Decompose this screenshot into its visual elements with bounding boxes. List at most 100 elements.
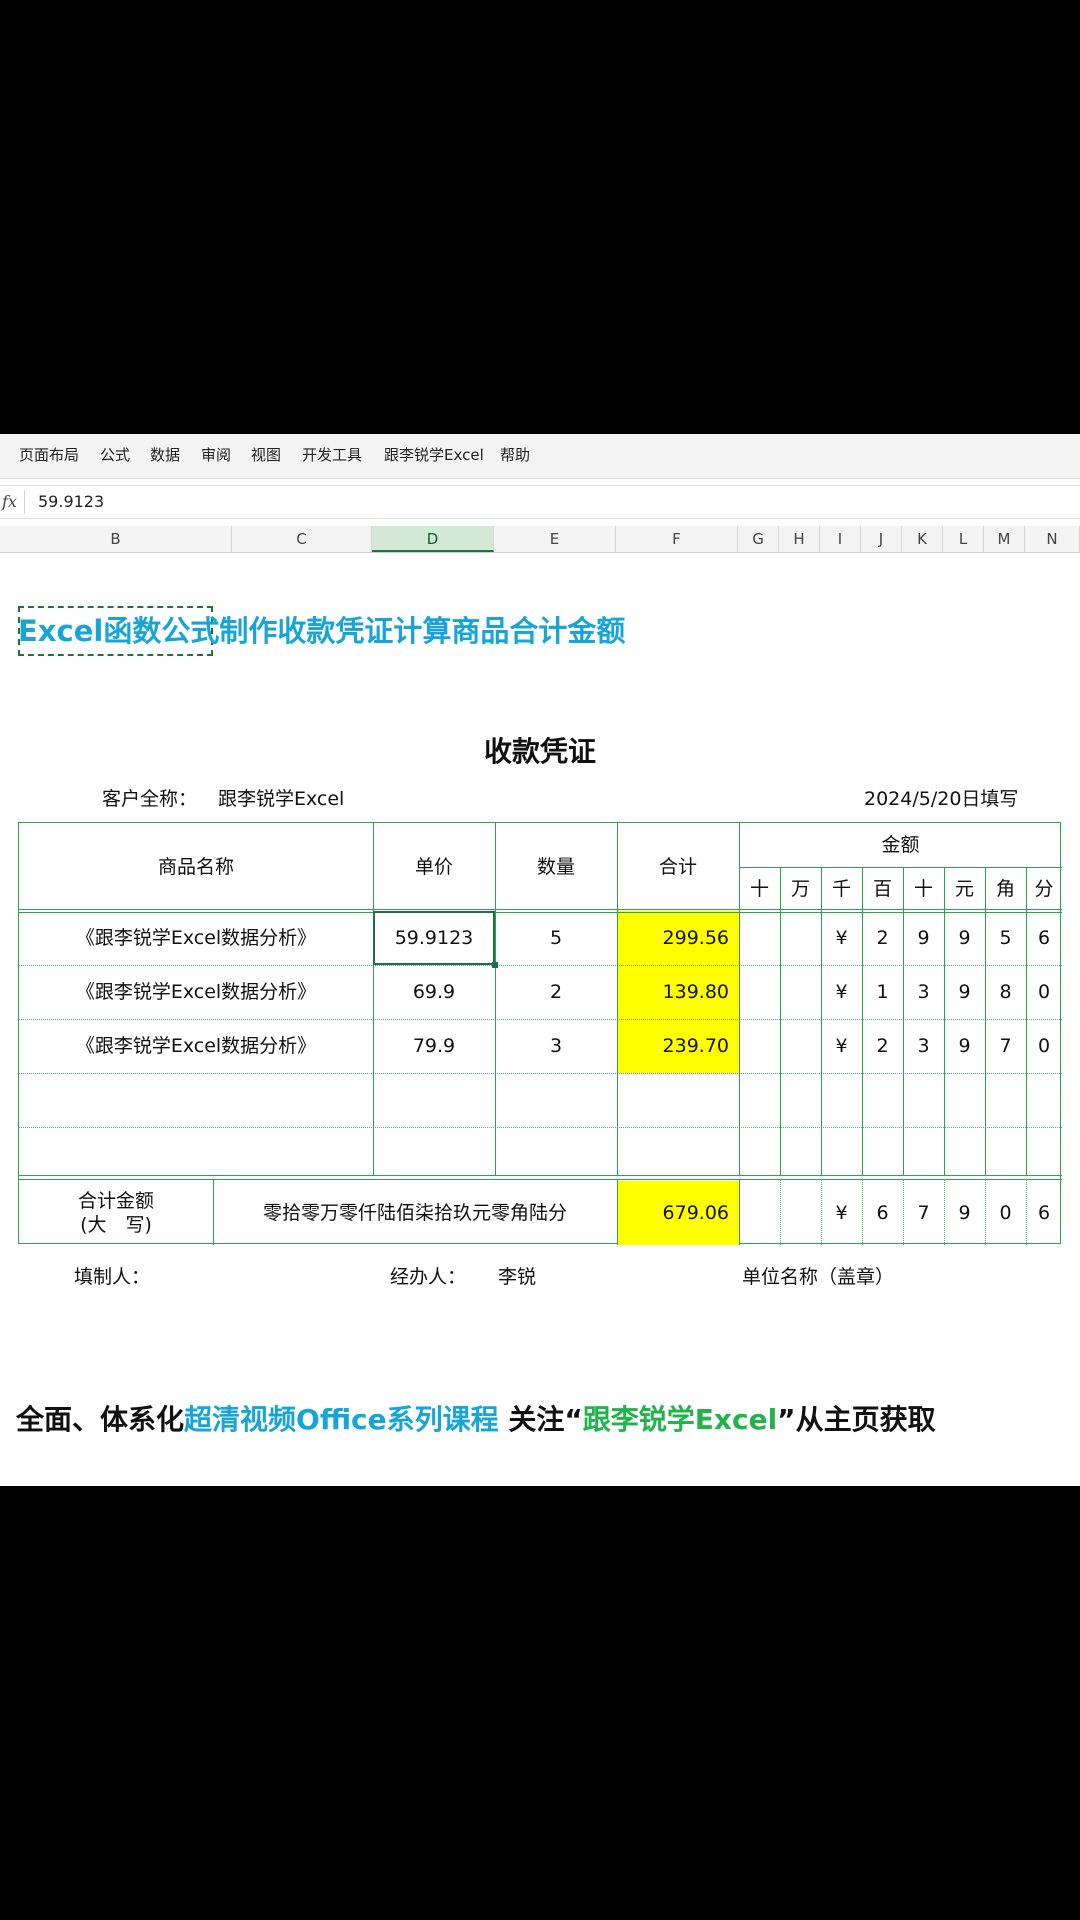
column-header-n[interactable]: N: [1025, 526, 1080, 552]
amount-digit-cell[interactable]: [1026, 1127, 1062, 1181]
amount-digit-cell[interactable]: [739, 965, 780, 1019]
amount-digit-cell[interactable]: [739, 1127, 780, 1181]
column-header-e[interactable]: E: [494, 526, 616, 552]
column-header-f[interactable]: F: [616, 526, 738, 552]
grid-line-horizontal: [19, 965, 1062, 966]
amount-digit-cell[interactable]: 2: [862, 911, 903, 965]
amount-digit-cell[interactable]: [862, 1073, 903, 1127]
handler-name[interactable]: 李锐: [498, 1262, 536, 1289]
tab-custom-addin[interactable]: 跟李锐学Excel: [384, 444, 484, 465]
header-digit-5: 元: [954, 878, 974, 900]
amount-digit-cell[interactable]: 1: [862, 965, 903, 1019]
amount-digit-cell[interactable]: 9: [944, 965, 985, 1019]
amount-digit-cell[interactable]: [985, 1073, 1026, 1127]
amount-digit-cell[interactable]: [862, 1127, 903, 1181]
column-header-d[interactable]: D: [372, 526, 494, 552]
tab-help[interactable]: 帮助: [500, 444, 530, 465]
amount-digit-cell[interactable]: 5: [985, 911, 1026, 965]
amount-digit-cell[interactable]: ¥: [821, 965, 862, 1019]
amount-digit-cell[interactable]: [780, 1073, 821, 1127]
fill-handle[interactable]: [492, 962, 498, 968]
unit-price-cell[interactable]: 69.9: [373, 965, 495, 1019]
amount-digit-cell[interactable]: [985, 1127, 1026, 1181]
column-header-l[interactable]: L: [943, 526, 984, 552]
column-header-c[interactable]: C: [232, 526, 372, 552]
amount-digit-cell[interactable]: 6: [1026, 911, 1062, 965]
column-header-m[interactable]: M: [984, 526, 1025, 552]
total-digit-cell[interactable]: 7: [903, 1181, 944, 1245]
subtotal-cell[interactable]: 139.80: [617, 965, 739, 1019]
tab-data[interactable]: 数据: [150, 444, 180, 465]
amount-digit-cell[interactable]: [1026, 1073, 1062, 1127]
unit-price-cell[interactable]: [373, 1073, 495, 1127]
column-header-j[interactable]: J: [861, 526, 902, 552]
amount-digit-cell[interactable]: 7: [985, 1019, 1026, 1073]
amount-digit-cell[interactable]: [821, 1073, 862, 1127]
amount-digit-cell[interactable]: ¥: [821, 911, 862, 965]
amount-digit-cell[interactable]: [780, 911, 821, 965]
amount-digit-cell[interactable]: 3: [903, 1019, 944, 1073]
total-digit-cell[interactable]: 6: [1026, 1181, 1062, 1245]
column-header-h[interactable]: H: [779, 526, 820, 552]
total-digit-cell[interactable]: [739, 1181, 780, 1245]
amount-digit-cell[interactable]: [944, 1073, 985, 1127]
column-header-g[interactable]: G: [738, 526, 779, 552]
quantity-cell[interactable]: 3: [495, 1019, 617, 1073]
total-in-words[interactable]: 零拾零万零仟陆佰柒拾玖元零角陆分: [213, 1181, 617, 1245]
amount-digit-cell[interactable]: 0: [1026, 1019, 1062, 1073]
amount-digit-cell[interactable]: [903, 1073, 944, 1127]
quantity-cell[interactable]: 5: [495, 911, 617, 965]
tab-page-layout[interactable]: 页面布局: [19, 444, 79, 465]
formula-input[interactable]: 59.9123: [38, 492, 104, 511]
amount-digit-cell[interactable]: ¥: [821, 1019, 862, 1073]
quantity-cell[interactable]: [495, 1073, 617, 1127]
amount-digit-cell[interactable]: 9: [944, 1019, 985, 1073]
tab-review[interactable]: 审阅: [201, 444, 231, 465]
product-name-cell[interactable]: [19, 1127, 373, 1181]
total-digit-cell[interactable]: ¥: [821, 1181, 862, 1245]
fill-date[interactable]: 2024/5/20日填写: [864, 784, 1018, 811]
total-digit-cell[interactable]: [780, 1181, 821, 1245]
spreadsheet-window: 页面布局 公式 数据 审阅 视图 开发工具 跟李锐学Excel 帮助 fx 59…: [0, 434, 1080, 1486]
tab-view[interactable]: 视图: [251, 444, 281, 465]
subtotal-cell[interactable]: 299.56: [617, 911, 739, 965]
tab-formulas[interactable]: 公式: [100, 444, 130, 465]
amount-digit-cell[interactable]: [944, 1127, 985, 1181]
subtotal-cell[interactable]: [617, 1127, 739, 1181]
total-digit-cell[interactable]: 6: [862, 1181, 903, 1245]
quantity-cell[interactable]: 2: [495, 965, 617, 1019]
amount-digit-cell[interactable]: [903, 1127, 944, 1181]
tab-developer[interactable]: 开发工具: [302, 444, 362, 465]
product-name-cell[interactable]: 《跟李锐学Excel数据分析》: [19, 965, 373, 1019]
quantity-cell[interactable]: [495, 1127, 617, 1181]
amount-digit-cell[interactable]: [780, 1019, 821, 1073]
customer-name[interactable]: 跟李锐学Excel: [218, 784, 344, 811]
unit-price-cell[interactable]: 79.9: [373, 1019, 495, 1073]
total-value-cell[interactable]: 679.06: [617, 1181, 739, 1245]
amount-digit-cell[interactable]: [780, 1127, 821, 1181]
product-name-cell[interactable]: [19, 1073, 373, 1127]
amount-digit-cell[interactable]: [821, 1127, 862, 1181]
product-name-cell[interactable]: 《跟李锐学Excel数据分析》: [19, 911, 373, 965]
subtotal-cell[interactable]: 239.70: [617, 1019, 739, 1073]
amount-digit-cell[interactable]: [739, 1019, 780, 1073]
column-header-k[interactable]: K: [902, 526, 943, 552]
unit-price-cell[interactable]: [373, 1127, 495, 1181]
product-name-cell[interactable]: 《跟李锐学Excel数据分析》: [19, 1019, 373, 1073]
amount-digit-cell[interactable]: 3: [903, 965, 944, 1019]
amount-digit-cell[interactable]: 2: [862, 1019, 903, 1073]
amount-digit-cell[interactable]: 9: [944, 911, 985, 965]
function-icon[interactable]: fx: [2, 492, 17, 511]
amount-digit-cell[interactable]: [739, 911, 780, 965]
total-digit-cell[interactable]: 9: [944, 1181, 985, 1245]
column-header-b[interactable]: B: [0, 526, 232, 552]
amount-digit-cell[interactable]: 0: [1026, 965, 1062, 1019]
subtotal-cell[interactable]: [617, 1073, 739, 1127]
unit-price-cell[interactable]: 59.9123: [373, 911, 495, 965]
amount-digit-cell[interactable]: [739, 1073, 780, 1127]
amount-digit-cell[interactable]: [780, 965, 821, 1019]
column-header-i[interactable]: I: [820, 526, 861, 552]
total-digit-cell[interactable]: 0: [985, 1181, 1026, 1245]
amount-digit-cell[interactable]: 9: [903, 911, 944, 965]
amount-digit-cell[interactable]: 8: [985, 965, 1026, 1019]
